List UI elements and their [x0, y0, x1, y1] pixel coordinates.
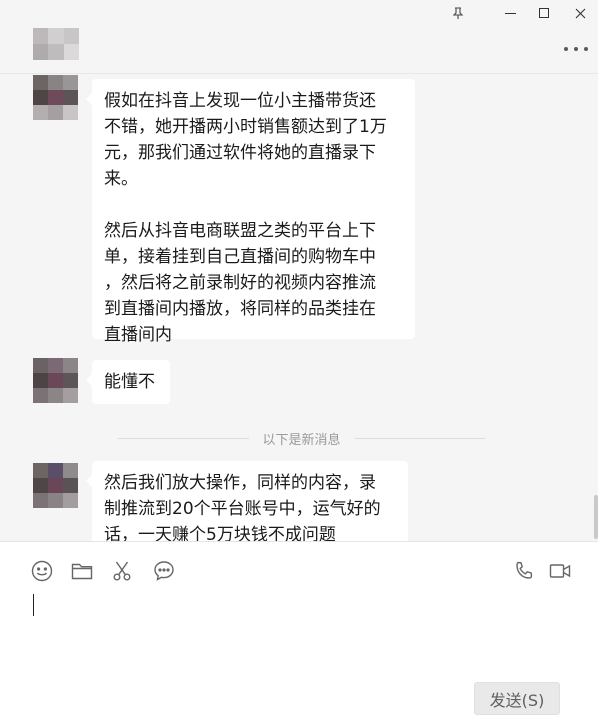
- send-button[interactable]: 发送(S): [474, 682, 560, 715]
- message-bubble[interactable]: 假如在抖音上发现一位小主播带货还 不错，她开播两小时销售额达到了1万 元，那我们…: [86, 79, 415, 345]
- phone-icon[interactable]: [512, 559, 536, 583]
- avatar[interactable]: [33, 358, 78, 403]
- scissors-icon[interactable]: [110, 559, 134, 583]
- folder-icon[interactable]: [70, 559, 94, 583]
- video-call-icon[interactable]: [548, 559, 572, 583]
- new-messages-divider: 以下是新消息: [118, 430, 486, 448]
- chat-history-icon[interactable]: [152, 559, 176, 583]
- maximize-icon[interactable]: [534, 4, 554, 22]
- message-text: 能懂不: [104, 372, 155, 392]
- avatar[interactable]: [33, 75, 78, 120]
- title-bar: [0, 0, 598, 74]
- close-icon[interactable]: [570, 4, 590, 22]
- message-bubble[interactable]: 能懂不: [86, 360, 170, 404]
- text-cursor: [33, 594, 34, 616]
- input-area: 发送(S): [0, 541, 598, 721]
- emoji-icon[interactable]: [30, 559, 54, 583]
- divider-text: 以下是新消息: [262, 432, 341, 448]
- avatar[interactable]: [33, 463, 78, 508]
- contact-avatar-pixelated: [33, 28, 79, 60]
- message-input[interactable]: [30, 592, 570, 682]
- message-list: 假如在抖音上发现一位小主播带货还 不错，她开播两小时销售额达到了1万 元，那我们…: [0, 75, 598, 542]
- scrollbar[interactable]: [594, 495, 598, 539]
- message-bubble[interactable]: 然后我们放大操作，同样的内容，录 制推流到20个平台账号中，运气好的 话，一天赚…: [86, 461, 408, 542]
- minimize-icon[interactable]: [500, 4, 520, 22]
- message-text: 然后我们放大操作，同样的内容，录 制推流到20个平台账号中，运气好的 话，一天赚…: [104, 473, 381, 542]
- more-options-icon[interactable]: [564, 44, 588, 54]
- message-text: 假如在抖音上发现一位小主播带货还 不错，她开播两小时销售额达到了1万 元，那我们…: [104, 91, 387, 345]
- pin-icon[interactable]: [448, 4, 468, 22]
